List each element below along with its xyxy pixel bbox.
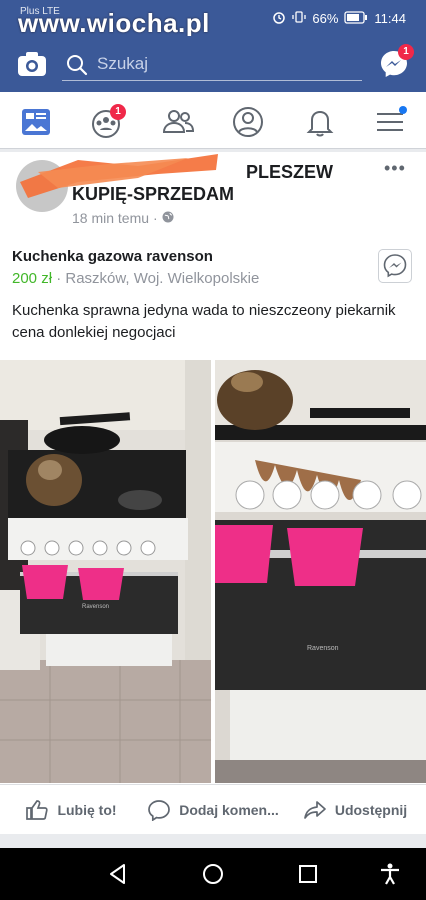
product-name: Kuchenka gazowa ravenson [12, 248, 213, 265]
camera-icon[interactable] [16, 48, 48, 80]
post-time[interactable]: 18 min temu [72, 210, 149, 226]
clock-time: 11:44 [374, 11, 406, 26]
oven-brand-label-2: Ravenson [307, 645, 339, 652]
post-actions: Lubię to! Dodaj komen... Udostępnij [0, 784, 426, 835]
groups-badge: 1 [110, 104, 126, 120]
group-name-part2[interactable]: KUPIĘ-SPRZEDAM [72, 184, 234, 205]
share-label: Udostępnij [334, 802, 408, 818]
news-feed-icon [22, 109, 50, 135]
post-card: PLESZEW KUPIĘ-SPRZEDAM 18 min temu · •••… [0, 152, 426, 848]
share-icon [303, 801, 326, 819]
nav-news-feed[interactable] [16, 102, 56, 142]
feed-separator [0, 834, 426, 848]
nav-groups[interactable]: 1 [88, 102, 128, 142]
separator-dot: · [153, 210, 158, 226]
stove-photo-2[interactable]: Ravenson [215, 360, 426, 783]
search-placeholder: Szukaj [97, 54, 149, 73]
alarm-icon [272, 10, 286, 27]
like-button[interactable]: Lubię to! [0, 785, 142, 835]
more-options-icon[interactable]: ••• [384, 158, 406, 179]
status-right: 66% 11:44 [272, 10, 406, 27]
friends-icon [162, 110, 195, 133]
nav-bar: 1 [0, 92, 426, 149]
watermark-text: www.wiocha.pl [18, 8, 210, 38]
vibrate-icon [292, 10, 307, 27]
comment-label: Dodaj komen... [179, 802, 279, 818]
search-input[interactable]: Szukaj [62, 50, 362, 81]
system-navigation-bar [0, 848, 426, 900]
back-icon[interactable] [106, 862, 130, 886]
bell-icon [306, 110, 334, 137]
globe-icon [162, 210, 174, 226]
hamburger-menu-icon [377, 106, 407, 131]
nav-friends[interactable] [158, 102, 198, 142]
comment-button[interactable]: Dodaj komen... [142, 785, 284, 835]
battery-icon [344, 10, 368, 27]
message-seller-button[interactable] [378, 249, 412, 283]
oven-brand-label-1: Ravenson [82, 604, 109, 610]
comment-icon [148, 800, 171, 821]
home-icon[interactable] [201, 862, 225, 886]
price-line: 200 zł · Raszków, Woj. Wielkopolskie [12, 270, 260, 287]
nav-profile[interactable] [228, 102, 268, 142]
like-icon [26, 800, 49, 820]
product-location: Raszków, Woj. Wielkopolskie [65, 270, 260, 287]
battery-percent: 66% [312, 11, 339, 26]
messenger-outline-icon [383, 254, 407, 278]
profile-icon [233, 107, 263, 137]
recent-apps-icon[interactable] [296, 862, 320, 886]
group-name-part1[interactable]: PLESZEW [246, 162, 333, 183]
accessibility-icon[interactable] [378, 862, 402, 886]
messenger-badge: 1 [398, 44, 414, 60]
stove-photo-1[interactable]: Ravenson [0, 360, 211, 783]
share-button[interactable]: Udostępnij [284, 785, 426, 835]
messenger-button[interactable]: 1 [378, 44, 414, 80]
nav-notifications[interactable] [300, 102, 340, 142]
search-icon [66, 54, 88, 81]
product-price: 200 zł [12, 270, 53, 287]
top-bar: Szukaj 1 [0, 36, 426, 92]
post-description: Kuchenka sprawna jedyna wada to nieszcze… [12, 302, 396, 341]
nav-menu[interactable] [370, 102, 410, 142]
like-label: Lubię to! [57, 802, 117, 818]
post-meta: 18 min temu · [72, 210, 174, 226]
